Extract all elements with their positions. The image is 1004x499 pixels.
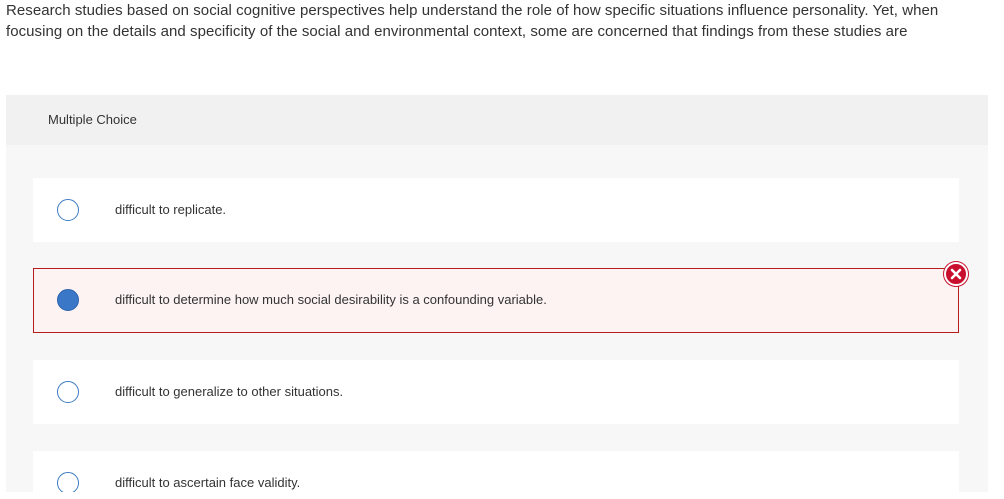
option-1[interactable]: difficult to replicate. <box>33 178 959 242</box>
option-2[interactable]: difficult to determine how much social d… <box>33 268 959 333</box>
option-3[interactable]: difficult to generalize to other situati… <box>33 360 959 424</box>
radio-button[interactable] <box>57 199 79 221</box>
radio-button[interactable] <box>57 472 79 492</box>
radio-button-selected[interactable] <box>57 289 79 311</box>
option-3-label: difficult to generalize to other situati… <box>115 384 344 399</box>
option-1-label: difficult to replicate. <box>115 202 227 217</box>
option-4[interactable]: difficult to ascertain face validity. <box>33 451 959 492</box>
x-circle-icon <box>944 262 968 286</box>
option-4-label: difficult to ascertain face validity. <box>115 475 301 490</box>
multiple-choice-label: Multiple Choice <box>48 112 137 127</box>
option-2-label: difficult to determine how much social d… <box>115 292 547 307</box>
radio-button[interactable] <box>57 381 79 403</box>
question-text: Research studies based on social cogniti… <box>6 2 939 40</box>
multiple-choice-header: Multiple Choice <box>6 95 988 145</box>
page-clip: Research studies based on social cogniti… <box>0 0 1004 492</box>
